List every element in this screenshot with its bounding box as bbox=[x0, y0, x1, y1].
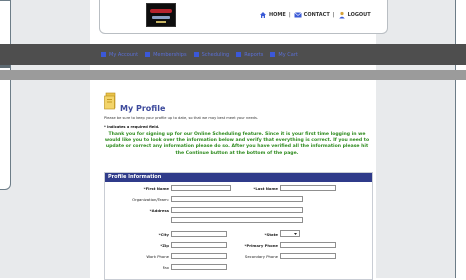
sub-nav-bar bbox=[0, 70, 466, 80]
site-logo[interactable] bbox=[146, 3, 176, 27]
logo-mark bbox=[156, 21, 166, 23]
bullet-icon bbox=[236, 52, 242, 57]
chevron-down-icon bbox=[294, 233, 297, 235]
required-note: * indicates a required field. bbox=[104, 125, 160, 129]
left-background bbox=[0, 0, 90, 278]
first-name-label: *First Name bbox=[143, 186, 169, 191]
nav-item-label: My Cart bbox=[278, 51, 298, 58]
organization-field[interactable] bbox=[171, 196, 303, 202]
profile-folder-icon bbox=[104, 90, 118, 110]
nav-scheduling[interactable]: Scheduling bbox=[193, 51, 230, 58]
nav-item-label: Memberships bbox=[153, 51, 187, 58]
right-window-edge bbox=[455, 0, 466, 278]
last-name-field[interactable] bbox=[280, 185, 336, 191]
nav-item-label: My Account bbox=[109, 51, 139, 58]
top-links: HOME | CONTACT | LOGOUT bbox=[259, 9, 371, 21]
main-content: My Profile Please be sure to keep your p… bbox=[99, 80, 375, 280]
home-icon[interactable] bbox=[259, 11, 267, 19]
right-background bbox=[376, 0, 466, 278]
nav-my-cart[interactable]: My Cart bbox=[270, 51, 298, 58]
primary-phone-field[interactable] bbox=[280, 242, 336, 248]
state-select[interactable] bbox=[280, 230, 300, 237]
user-icon[interactable] bbox=[338, 11, 346, 19]
bullet-icon bbox=[101, 52, 106, 57]
first-name-field[interactable] bbox=[171, 185, 231, 191]
welcome-message: Thank you for signing up for our Online … bbox=[104, 132, 370, 156]
nav-item-label: Scheduling bbox=[201, 51, 230, 58]
city-field[interactable] bbox=[171, 231, 227, 237]
profile-information-section: Profile Information *First Name *Last Na… bbox=[104, 172, 373, 280]
bullet-icon bbox=[270, 52, 276, 57]
site-header: HOME | CONTACT | LOGOUT bbox=[99, 0, 388, 34]
address-line2-field[interactable] bbox=[171, 217, 303, 223]
zip-field[interactable] bbox=[171, 242, 227, 248]
primary-phone-label: *Primary Phone bbox=[244, 243, 278, 248]
work-phone-label: Work Phone bbox=[146, 254, 169, 259]
fax-label: Fax bbox=[162, 265, 169, 270]
contact-link[interactable]: CONTACT bbox=[304, 12, 330, 18]
address-label: *Address bbox=[149, 208, 169, 213]
last-name-label: *Last Name bbox=[253, 186, 278, 191]
secondary-phone-field[interactable] bbox=[280, 253, 336, 259]
mail-icon[interactable] bbox=[293, 11, 302, 19]
main-nav: My Account Memberships Scheduling Report… bbox=[101, 44, 305, 65]
nav-reports[interactable]: Reports bbox=[236, 52, 263, 58]
left-window-edge bbox=[0, 0, 11, 190]
work-phone-field[interactable] bbox=[171, 253, 227, 259]
bullet-icon bbox=[145, 52, 151, 57]
profile-note: Please be sure to keep your profile up t… bbox=[104, 116, 258, 120]
address-line1-field[interactable] bbox=[171, 207, 303, 213]
logo-mark bbox=[150, 9, 172, 13]
logo-mark bbox=[152, 16, 170, 19]
state-label: *State bbox=[264, 232, 279, 237]
nav-my-account[interactable]: My Account bbox=[101, 52, 138, 58]
organization-label: Organization/Team: bbox=[132, 197, 169, 202]
fax-field[interactable] bbox=[171, 264, 227, 270]
page-title: My Profile bbox=[120, 104, 166, 113]
section-header: Profile Information bbox=[105, 173, 372, 182]
logout-link[interactable]: LOGOUT bbox=[348, 12, 371, 18]
link-separator: | bbox=[288, 12, 291, 18]
home-link[interactable]: HOME bbox=[269, 12, 286, 18]
main-nav-bar: My Account Memberships Scheduling Report… bbox=[0, 44, 466, 65]
city-label: *City bbox=[158, 232, 169, 237]
nav-item-label: Reports bbox=[244, 51, 264, 58]
link-separator: | bbox=[332, 12, 335, 18]
nav-memberships[interactable]: Memberships bbox=[145, 52, 187, 58]
zip-label: *Zip bbox=[160, 243, 169, 248]
secondary-phone-label: Secondary Phone bbox=[244, 254, 278, 259]
bullet-icon bbox=[193, 52, 199, 57]
